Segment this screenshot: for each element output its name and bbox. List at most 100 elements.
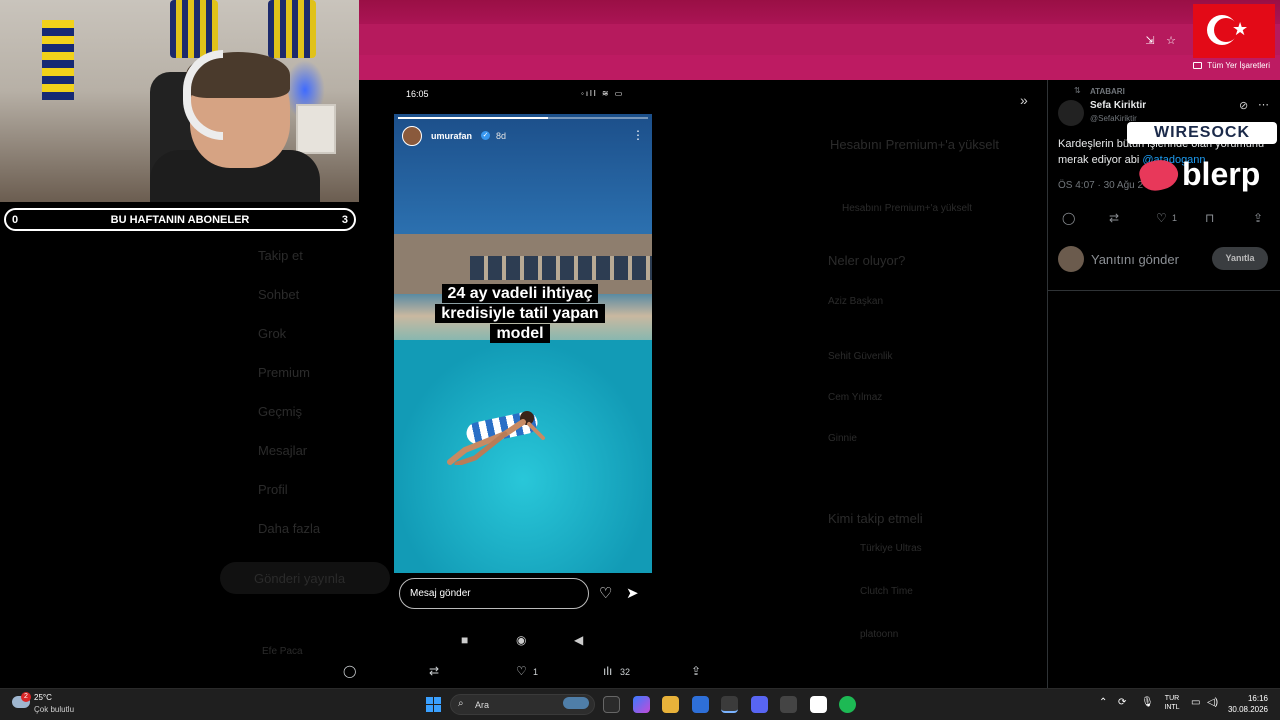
story-progress-fill xyxy=(398,117,548,119)
phone-time: 16:05 xyxy=(406,89,429,99)
all-bookmarks-link[interactable]: Tüm Yer İşaretleri xyxy=(1193,61,1270,70)
mic-icon[interactable]: 🎙 xyxy=(1141,697,1154,708)
nav-premium[interactable]: Premium xyxy=(258,365,310,380)
more-options-icon[interactable]: ⋮ xyxy=(632,128,644,142)
heart-icon[interactable]: ♡ xyxy=(599,584,612,602)
bookmark-star-icon[interactable]: ☆ xyxy=(1165,35,1177,47)
nav-history[interactable]: Geçmiş xyxy=(258,404,302,419)
story-age: 8d xyxy=(496,131,507,141)
shelf xyxy=(296,104,336,154)
who-to-follow-title: Kimi takip etmeli xyxy=(828,511,923,526)
store-icon[interactable] xyxy=(692,696,709,713)
volume-icon[interactable]: ◁) xyxy=(1207,697,1218,708)
start-icon[interactable] xyxy=(426,697,441,712)
nav-profile[interactable]: Profil xyxy=(258,482,288,497)
display-icon[interactable]: ▭ xyxy=(1191,697,1200,708)
tweet-author[interactable]: Sefa Kiriktir xyxy=(1090,100,1146,111)
nav-grok[interactable]: Grok xyxy=(258,326,286,341)
trend-item[interactable]: Aziz Başkan xyxy=(828,296,883,307)
verified-badge-icon: ✓ xyxy=(481,131,490,140)
like-count: 1 xyxy=(533,667,539,677)
jersey-image xyxy=(268,0,316,58)
tweet-author-avatar[interactable] xyxy=(1058,100,1084,126)
profile-name: Efe Paca xyxy=(262,646,303,657)
folder-icon xyxy=(1193,62,1203,69)
subs-right-count: 3 xyxy=(341,214,348,226)
jersey-image xyxy=(170,0,218,58)
premium-title: Hesabını Premium+'a yükselt xyxy=(830,137,1000,152)
flag-star-icon: ★ xyxy=(1232,19,1249,39)
phone-status-icons: ◦ıll ≋ ▭ xyxy=(581,89,625,98)
premium-button[interactable]: Hesabını Premium+'a yükselt xyxy=(842,203,972,214)
follow-suggestion[interactable]: Türkiye Ultras xyxy=(860,543,922,554)
language-indicator[interactable]: TUR INTL xyxy=(1160,694,1184,712)
plane-icon xyxy=(563,697,589,709)
trend-item[interactable]: Ginnie xyxy=(828,433,857,444)
copilot-icon[interactable] xyxy=(633,696,650,713)
follow-suggestion[interactable]: Clutch Time xyxy=(860,586,913,597)
retweet-icon[interactable]: ⇄ xyxy=(429,664,439,678)
reply-input[interactable]: Yanıtını gönder xyxy=(1091,252,1179,267)
clock-time: 16:16 xyxy=(1247,694,1268,703)
nav-follow[interactable]: Takip et xyxy=(258,248,303,263)
more-icon[interactable]: ⋯ xyxy=(1258,98,1269,111)
follow-suggestion[interactable]: platoonn xyxy=(860,629,898,640)
install-icon[interactable]: ⇲ xyxy=(1144,35,1156,47)
whats-happening-title: Neler oluyor? xyxy=(828,253,906,268)
like-icon[interactable]: ♡ xyxy=(1156,211,1167,225)
grok-icon[interactable]: ⊘ xyxy=(1239,99,1248,112)
nav-messages[interactable]: Mesajlar xyxy=(258,443,307,458)
reply-button[interactable]: Yanıtla xyxy=(1212,247,1268,270)
webcam-feed xyxy=(0,0,359,202)
tray-overflow-icon[interactable]: ⌃ xyxy=(1099,697,1107,708)
subs-title: BU HAFTANIN ABONELER xyxy=(110,214,250,226)
share-icon[interactable]: ⇪ xyxy=(691,664,701,678)
bookmark-icon[interactable]: ⊓ xyxy=(1205,211,1214,225)
reply-icon[interactable]: ◯ xyxy=(1062,211,1075,225)
spotify-icon[interactable] xyxy=(839,696,856,713)
app-icon[interactable] xyxy=(780,696,797,713)
bookmarks-bar xyxy=(359,55,1280,80)
wiresock-logo: WIRESOCK xyxy=(1127,122,1277,144)
retweet-icon[interactable]: ⇄ xyxy=(1109,211,1119,225)
weather-desc[interactable]: Çok bulutlu xyxy=(34,705,74,714)
share-icon[interactable]: ⇪ xyxy=(1253,211,1263,225)
user-avatar xyxy=(1058,246,1084,272)
post-button-label: Gönderi yayınla xyxy=(254,571,346,586)
story-avatar[interactable] xyxy=(402,126,422,146)
tweet-meta[interactable]: ÖS 4:07 · 30 Ağu 2 xyxy=(1058,180,1143,191)
taskbar-clock[interactable]: 16:16 30.08.2026 xyxy=(1226,693,1268,715)
subscriber-bar: 0 BU HAFTANIN ABONELER 3 xyxy=(4,208,356,231)
recent-apps-icon[interactable]: ■ xyxy=(461,633,468,647)
notification-badge: 2 xyxy=(21,692,31,702)
home-icon[interactable]: ◉ xyxy=(516,633,526,647)
floating-person xyxy=(447,411,545,465)
trend-item[interactable]: Sehit Güvenlik xyxy=(828,351,892,362)
trend-item[interactable]: Cem Yılmaz xyxy=(828,392,882,403)
weather-temp[interactable]: 25°C xyxy=(34,693,52,702)
expand-icon[interactable]: » xyxy=(1020,92,1028,108)
hotel-windows xyxy=(470,256,652,280)
story-caption-text: 24 ay vadeli ihtiyaç kredisiyle tatil ya… xyxy=(435,284,605,343)
task-view-icon[interactable] xyxy=(603,696,620,713)
back-icon[interactable]: ◀ xyxy=(574,633,583,647)
nav-more[interactable]: Daha fazla xyxy=(258,521,320,536)
send-icon[interactable]: ➤ xyxy=(626,584,639,602)
post-button[interactable]: Gönderi yayınla xyxy=(220,562,390,594)
discord-icon[interactable] xyxy=(751,696,768,713)
views-icon[interactable]: ılı xyxy=(603,664,612,678)
clock-date: 30.08.2026 xyxy=(1227,705,1268,714)
nav-chat[interactable]: Sohbet xyxy=(258,287,299,302)
file-explorer-icon[interactable] xyxy=(662,696,679,713)
views-count: 32 xyxy=(620,667,631,677)
chrome-icon[interactable] xyxy=(721,696,738,713)
github-icon[interactable] xyxy=(810,696,827,713)
reply-icon[interactable]: ◯ xyxy=(343,664,356,678)
all-bookmarks-label: Tüm Yer İşaretleri xyxy=(1207,61,1270,70)
message-input[interactable]: Mesaj gönder xyxy=(399,578,589,609)
sync-icon[interactable]: ⟳ xyxy=(1118,697,1126,708)
like-icon[interactable]: ♡ xyxy=(516,664,527,678)
language-bottom: INTL xyxy=(1164,704,1180,711)
story-username[interactable]: umurafan xyxy=(431,131,472,141)
tweet-context: ATABARI xyxy=(1090,87,1125,96)
